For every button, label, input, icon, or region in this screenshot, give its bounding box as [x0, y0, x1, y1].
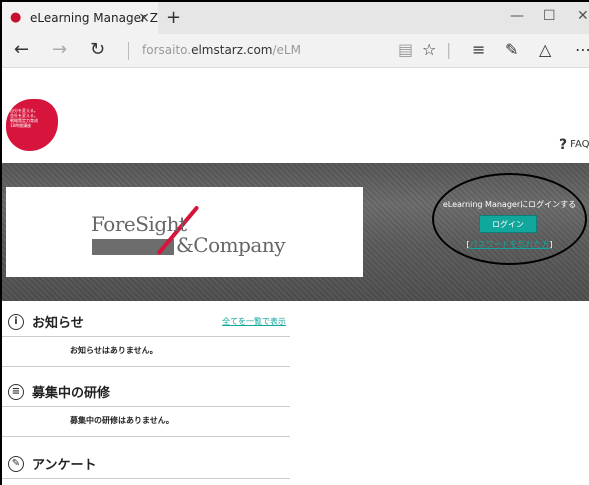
bracket-close: ]: [549, 240, 553, 249]
company-logo-card: ForeSight &Company: [6, 187, 363, 277]
hero-banner: ForeSight &Company eLearning Managerにログイ…: [2, 163, 589, 301]
favorite-star-icon[interactable]: ☆: [422, 40, 436, 59]
url-domain: elmstarz.com: [191, 43, 273, 57]
url-prefix: forsaito.: [142, 43, 192, 57]
site-favicon-icon: ●: [10, 10, 22, 25]
forgot-password-link[interactable]: パスワードを忘れた方: [470, 240, 550, 249]
forgot-password: [パスワードを忘れた方]: [432, 239, 587, 250]
reading-view-icon[interactable]: ▤: [398, 40, 413, 59]
web-note-icon[interactable]: ✎: [505, 40, 518, 59]
news-header: i お知らせ 全てを一覧で表示: [2, 307, 290, 337]
question-icon: ?: [559, 137, 568, 153]
info-icon: i: [8, 313, 24, 330]
faq-link[interactable]: ? FAQ: [559, 137, 589, 153]
refresh-icon[interactable]: ↻: [90, 39, 105, 60]
tab-bar: ● eLearning Manager Z × + — ☐ ✕: [2, 2, 589, 34]
news-title: お知らせ: [32, 316, 84, 331]
site-logo[interactable]: 自分を変える。 会社を変える。 戦略策定力育成 18時間講座: [6, 99, 58, 151]
new-tab-button[interactable]: +: [166, 7, 181, 28]
login-button[interactable]: ログイン: [479, 215, 537, 233]
login-panel: eLearning Managerにログインする ログイン [パスワードを忘れた…: [432, 173, 587, 265]
company-name-1: ForeSight: [91, 212, 187, 236]
browser-window: ● eLearning Manager Z × + — ☐ ✕ ← → ↻ fo…: [0, 0, 589, 485]
toolbar-separator: |: [446, 40, 452, 59]
training-header: ≡ 募集中の研修: [2, 377, 290, 407]
active-tab[interactable]: ● eLearning Manager Z ×: [2, 2, 158, 34]
login-message: eLearning Managerにログインする: [442, 200, 577, 209]
survey-header: ✎ アンケート: [2, 449, 290, 479]
back-icon[interactable]: ←: [14, 39, 29, 60]
minimize-icon[interactable]: —: [510, 8, 524, 24]
more-icon[interactable]: ⋯: [575, 40, 589, 59]
survey-section: ✎ アンケート: [2, 449, 290, 479]
news-empty-message: お知らせはありません。: [2, 337, 290, 367]
address-separator: [128, 42, 129, 60]
news-section: i お知らせ 全てを一覧で表示 お知らせはありません。: [2, 307, 290, 367]
training-empty-message: 募集中の研修はありません。: [2, 407, 290, 437]
address-bar[interactable]: forsaito.elmstarz.com/eLM: [142, 43, 301, 57]
training-title: 募集中の研修: [32, 386, 111, 401]
window-close-icon[interactable]: ✕: [577, 8, 589, 24]
company-name-2: &Company: [176, 233, 286, 257]
maximize-icon[interactable]: ☐: [543, 8, 556, 24]
share-icon[interactable]: △: [539, 40, 551, 59]
web-page: 自分を変える。 会社を変える。 戦略策定力育成 18時間講座 ? FAQ Fore…: [2, 69, 589, 485]
pencil-icon: ✎: [8, 455, 24, 472]
list-icon: ≡: [8, 383, 24, 400]
faq-label: FAQ: [570, 139, 589, 150]
url-path: /eLM: [272, 43, 301, 57]
forward-icon[interactable]: →: [52, 39, 67, 60]
survey-title: アンケート: [32, 458, 97, 473]
view-all-link[interactable]: 全てを一覧で表示: [222, 316, 286, 327]
hub-icon[interactable]: ≡: [472, 40, 485, 59]
tab-close-icon[interactable]: ×: [138, 10, 150, 26]
logo-line: 18時間講座: [10, 123, 32, 128]
training-section: ≡ 募集中の研修 募集中の研修はありません。: [2, 377, 290, 437]
navigation-bar: ← → ↻ forsaito.elmstarz.com/eLM ▤ ☆ | ≡ …: [2, 34, 589, 68]
